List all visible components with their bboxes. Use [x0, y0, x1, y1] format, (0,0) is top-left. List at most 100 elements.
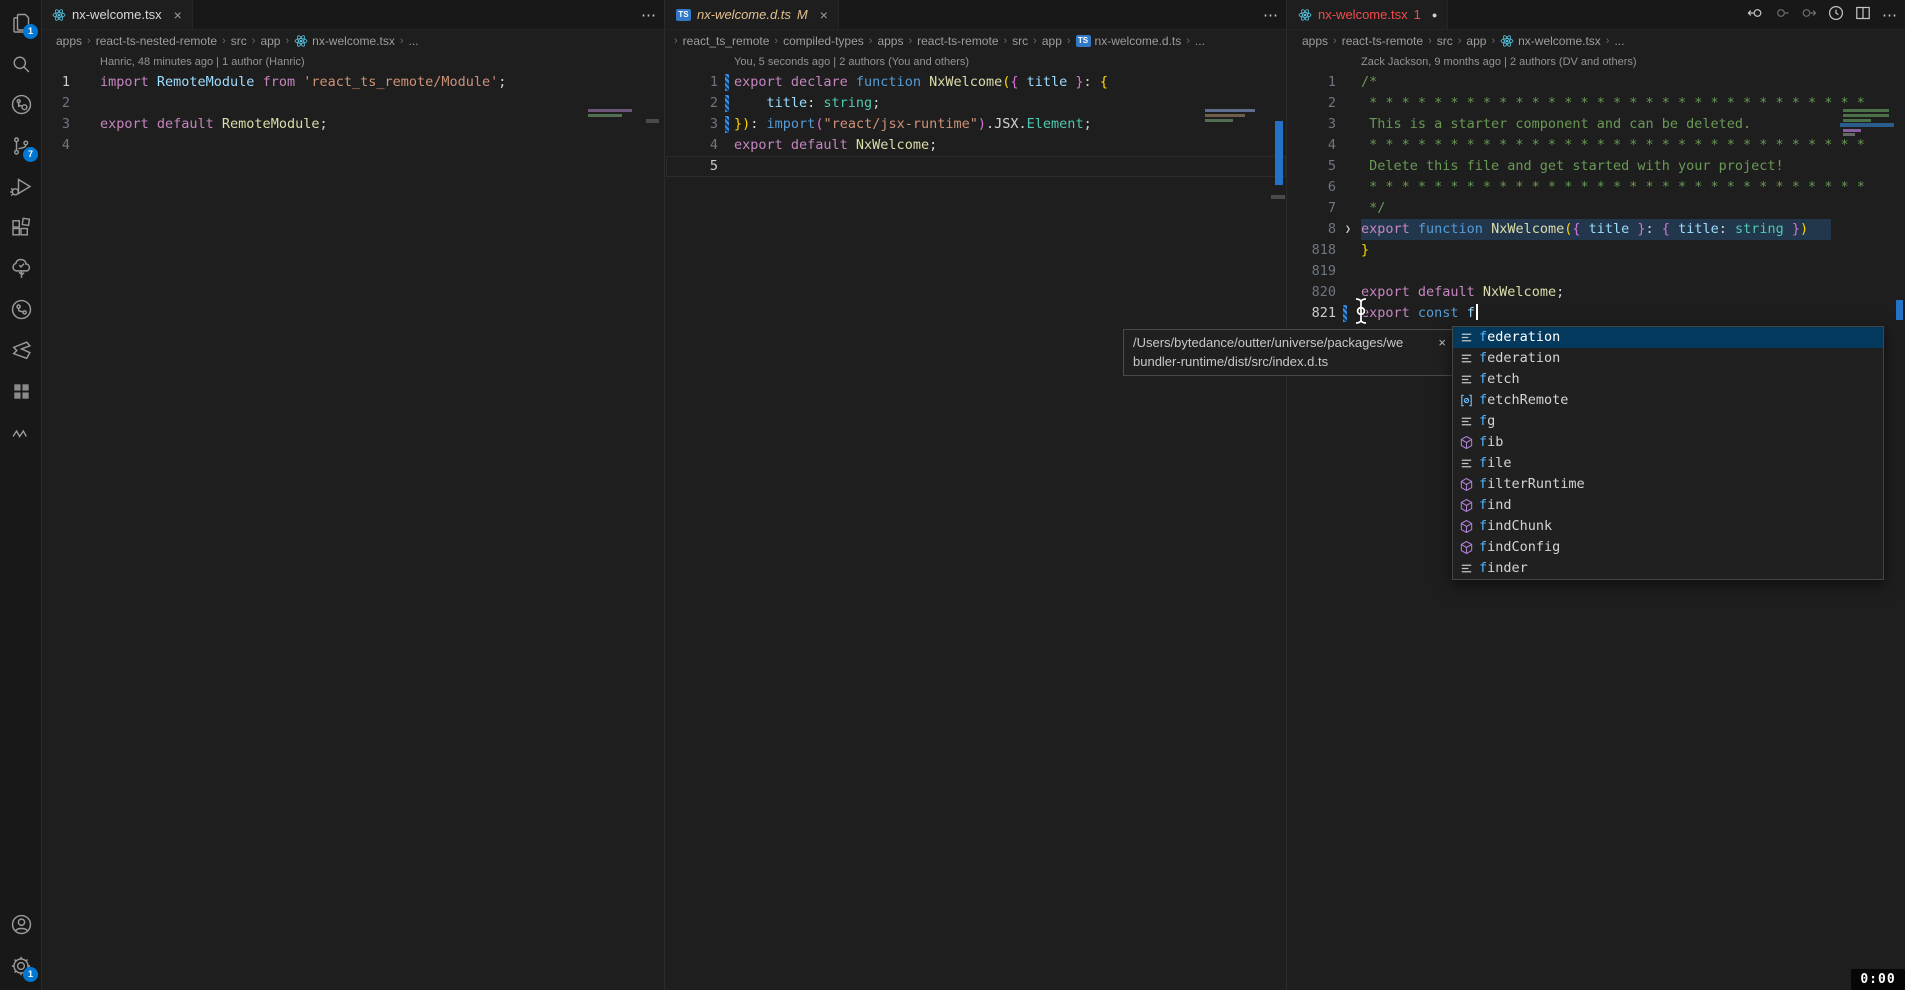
codelens[interactable]: Hanric, 48 minutes ago | 1 author (Hanri…	[42, 53, 664, 72]
minimap[interactable]	[1843, 119, 1871, 122]
code-line[interactable]: 3}): import("react/jsx-runtime").JSX.Ele…	[666, 114, 1286, 135]
line-number[interactable]: 1	[1288, 72, 1336, 93]
git-graph-icon[interactable]	[0, 289, 42, 330]
code-line[interactable]: 821export const f	[1288, 303, 1905, 324]
breadcrumb-item[interactable]: nx-welcome.tsx	[1500, 34, 1601, 48]
codelens[interactable]: Zack Jackson, 9 months ago | 2 authors (…	[1288, 53, 1905, 72]
minimap-slider[interactable]	[646, 119, 659, 123]
code-line[interactable]: 3export default RemoteModule;	[42, 114, 664, 135]
accounts-icon[interactable]	[0, 904, 42, 945]
suggestion-item[interactable]: fib	[1453, 432, 1883, 453]
code-line[interactable]: 8❯export function NxWelcome({ title }: {…	[1288, 219, 1905, 240]
code-line[interactable]: 1export declare function NxWelcome({ tit…	[666, 72, 1286, 93]
fold-chevron-icon[interactable]: ❯	[1345, 219, 1351, 240]
dashboard-grid-icon[interactable]	[0, 371, 42, 412]
code-line[interactable]: 5 Delete this file and get started with …	[1288, 156, 1905, 177]
minimap-slider[interactable]	[1271, 195, 1285, 199]
container-tools-icon[interactable]	[0, 330, 42, 371]
line-number[interactable]: 1	[666, 72, 718, 93]
more-actions-icon[interactable]: ⋯	[1882, 6, 1897, 24]
code-line[interactable]: 2 title: string;	[666, 93, 1286, 114]
line-number[interactable]: 2	[666, 93, 718, 114]
line-number[interactable]: 3	[666, 114, 718, 135]
code-line[interactable]: 2 * * * * * * * * * * * * * * * * * * * …	[1288, 93, 1905, 114]
extensions-icon[interactable]	[0, 207, 42, 248]
split-editor-icon[interactable]	[1855, 5, 1871, 25]
breadcrumb-item[interactable]: react-ts-nested-remote	[96, 34, 217, 48]
code-line[interactable]: 1import RemoteModule from 'react_ts_remo…	[42, 72, 664, 93]
close-icon[interactable]: ×	[174, 7, 182, 23]
code-line[interactable]: 818}	[1288, 240, 1905, 261]
breadcrumb-item[interactable]: app	[1042, 34, 1062, 48]
suggestion-item[interactable]: fetchRemote	[1453, 390, 1883, 411]
tab-nx-welcome-tsx-errors[interactable]: nx-welcome.tsx 1 ●	[1288, 0, 1448, 29]
suggestion-item[interactable]: fg	[1453, 411, 1883, 432]
breadcrumb-item[interactable]: react-ts-remote	[917, 34, 998, 48]
line-number[interactable]: 4	[666, 135, 718, 156]
line-number[interactable]: 1	[42, 72, 70, 93]
code-line[interactable]: 4export default NxWelcome;	[666, 135, 1286, 156]
breadcrumb-item[interactable]: apps	[877, 34, 903, 48]
suggestion-item[interactable]: findConfig	[1453, 537, 1883, 558]
suggestion-item[interactable]: find	[1453, 495, 1883, 516]
minimap[interactable]	[1840, 123, 1894, 127]
close-icon[interactable]: ×	[820, 7, 828, 23]
search-icon[interactable]	[0, 43, 42, 84]
code-line[interactable]: 820export default NxWelcome;	[1288, 282, 1905, 303]
line-number[interactable]: 2	[1288, 93, 1336, 114]
suggestion-item[interactable]: finder	[1453, 558, 1883, 579]
more-actions-icon[interactable]: ⋯	[1263, 6, 1278, 24]
line-number[interactable]: 6	[1288, 177, 1336, 198]
line-number[interactable]: 4	[42, 135, 70, 156]
code-line[interactable]: 3 This is a starter component and can be…	[1288, 114, 1905, 135]
breadcrumb-item[interactable]: apps	[1302, 34, 1328, 48]
codelens[interactable]: You, 5 seconds ago | 2 authors (You and …	[666, 53, 1286, 72]
code-editor[interactable]: Hanric, 48 minutes ago | 1 author (Hanri…	[42, 53, 664, 990]
breadcrumb-item[interactable]: react_ts_remote	[683, 34, 770, 48]
zigzag-icon[interactable]	[0, 412, 42, 453]
code-line[interactable]: 7 */	[1288, 198, 1905, 219]
line-number[interactable]: 3	[1288, 114, 1336, 135]
tab-nx-welcome-dts[interactable]: TS nx-welcome.d.ts M ×	[666, 0, 839, 29]
line-number[interactable]: 820	[1288, 282, 1336, 303]
minimap[interactable]	[1843, 114, 1889, 117]
nav-back-icon[interactable]	[1747, 5, 1763, 25]
breadcrumb-item[interactable]: src	[1012, 34, 1028, 48]
breadcrumb-item[interactable]: compiled-types	[783, 34, 864, 48]
run-and-debug-icon[interactable]	[0, 166, 42, 207]
explorer-icon[interactable]: 1	[0, 2, 42, 43]
line-number[interactable]: 5	[1288, 156, 1336, 177]
breadcrumb-item[interactable]: app	[260, 34, 280, 48]
minimap[interactable]	[1843, 109, 1889, 112]
line-number[interactable]: 8	[1288, 219, 1336, 240]
tab-nx-welcome-tsx[interactable]: nx-welcome.tsx ×	[42, 0, 193, 29]
breadcrumb-item[interactable]: src	[231, 34, 247, 48]
breadcrumb-item[interactable]: ...	[409, 34, 419, 48]
breadcrumb-item[interactable]: src	[1437, 34, 1453, 48]
code-line[interactable]: 1/*	[1288, 72, 1905, 93]
gitlens-inspect-icon[interactable]	[0, 84, 42, 125]
line-number[interactable]: 7	[1288, 198, 1336, 219]
minimap[interactable]	[1843, 129, 1861, 132]
source-control-icon[interactable]: 7	[0, 125, 42, 166]
minimap[interactable]	[588, 109, 632, 112]
minimap[interactable]	[1205, 114, 1245, 117]
code-line[interactable]: 819	[1288, 261, 1905, 282]
code-line[interactable]: 4	[42, 135, 664, 156]
code-line[interactable]: 5	[666, 156, 1286, 177]
suggestion-item[interactable]: federation	[1453, 348, 1883, 369]
line-number[interactable]: 3	[42, 114, 70, 135]
breadcrumb-item[interactable]: ...	[1614, 34, 1624, 48]
close-icon[interactable]: ×	[1438, 333, 1446, 352]
line-number[interactable]: 2	[42, 93, 70, 114]
breadcrumb-item[interactable]: apps	[56, 34, 82, 48]
line-number[interactable]: 4	[1288, 135, 1336, 156]
breadcrumb-item[interactable]: ...	[1195, 34, 1205, 48]
line-number[interactable]: 818	[1288, 240, 1336, 261]
timeline-icon[interactable]	[1828, 5, 1844, 25]
code-line[interactable]: 4 * * * * * * * * * * * * * * * * * * * …	[1288, 135, 1905, 156]
suggestion-item[interactable]: federation	[1453, 327, 1883, 348]
breadcrumb-item[interactable]: app	[1466, 34, 1486, 48]
suggestion-item[interactable]: file	[1453, 453, 1883, 474]
line-number[interactable]: 819	[1288, 261, 1336, 282]
